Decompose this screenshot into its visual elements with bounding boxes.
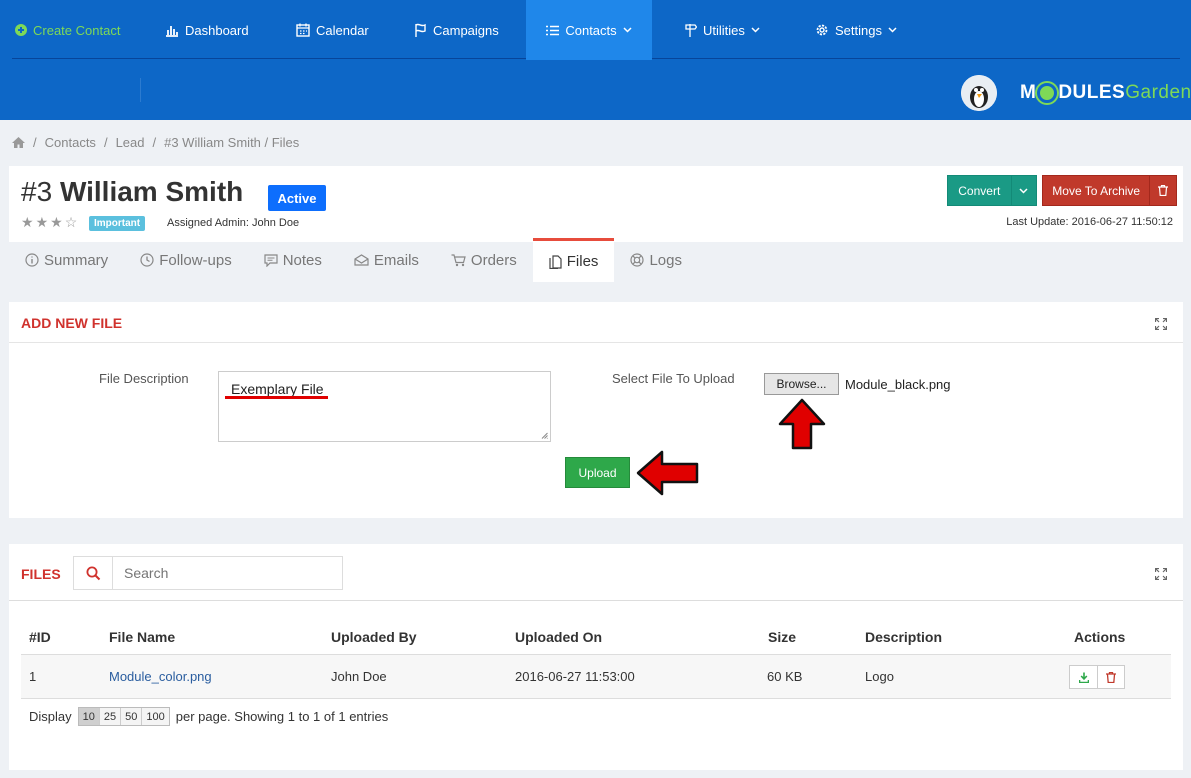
star-filled-icon[interactable]: ★ — [36, 214, 49, 231]
annotation-arrow-up — [778, 398, 826, 450]
search-icon[interactable] — [74, 557, 113, 589]
annotation-underline — [225, 396, 328, 399]
assigned-admin: Assigned Admin: John Doe — [167, 217, 300, 229]
tab-logs[interactable]: Logs — [614, 238, 698, 282]
tab-summary[interactable]: Summary — [9, 238, 124, 282]
clock-icon — [140, 253, 154, 267]
expand-icon[interactable] — [1155, 568, 1167, 580]
star-filled-icon[interactable]: ★ — [50, 214, 63, 231]
tab-emails[interactable]: Emails — [338, 238, 435, 282]
chevron-down-icon[interactable] — [1010, 176, 1036, 205]
page-size-option[interactable]: 10 — [78, 708, 99, 725]
add-file-panel: ADD NEW FILE File Description Exemplary … — [9, 302, 1183, 518]
chevron-down-icon — [751, 27, 760, 33]
trash-icon[interactable] — [1097, 666, 1124, 688]
last-update: Last Update: 2016-06-27 11:50:12 — [1006, 216, 1173, 228]
status-badge: Active — [268, 185, 326, 211]
cell-uploaded-on: 2016-06-27 11:53:00 — [515, 669, 635, 684]
page-size-option[interactable]: 50 — [120, 708, 142, 725]
browse-button[interactable]: Browse... — [764, 373, 839, 395]
file-link[interactable]: Module_color.png — [109, 669, 212, 684]
avatar[interactable] — [961, 75, 997, 111]
breadcrumb-current: #3 William Smith / Files — [164, 135, 300, 150]
plus-circle-icon — [15, 24, 27, 36]
column-header: Actions — [1074, 629, 1126, 645]
convert-button[interactable]: Convert — [947, 175, 1037, 206]
bar-chart-icon — [165, 24, 179, 37]
contact-tabs: Summary Follow-ups Notes Emails Orders F… — [9, 238, 698, 282]
modulesgarden-logo: M DULES Garden — [1020, 82, 1191, 103]
file-description-label: File Description — [99, 371, 189, 386]
list-icon — [546, 25, 560, 36]
tab-follow-ups[interactable]: Follow-ups — [124, 238, 248, 282]
file-description-field[interactable]: Exemplary File — [218, 371, 551, 442]
support-icon — [630, 253, 645, 267]
nav-settings[interactable]: Settings — [815, 0, 897, 60]
search-box — [73, 556, 343, 590]
table-footer: Display 10 25 50 100 per page. Showing 1… — [29, 707, 389, 726]
signpost-icon — [684, 23, 697, 37]
tab-notes[interactable]: Notes — [248, 238, 338, 282]
comment-icon — [264, 253, 278, 267]
column-header[interactable]: Size — [768, 629, 796, 645]
select-file-label: Select File To Upload — [612, 371, 735, 386]
nav-contacts[interactable]: Contacts — [526, 0, 652, 60]
column-header[interactable]: Description — [865, 629, 942, 645]
cart-icon — [451, 253, 466, 267]
breadcrumb-lead[interactable]: Lead — [116, 135, 145, 150]
flag-icon — [414, 23, 427, 37]
cell-id: 1 — [29, 669, 37, 684]
entries-summary: per page. Showing 1 to 1 of 1 entries — [175, 709, 389, 724]
chosen-file-name: Module_black.png — [845, 377, 951, 392]
envelope-icon — [354, 254, 369, 266]
breadcrumb: / Contacts / Lead / #3 William Smith / F… — [12, 135, 299, 150]
files-icon — [549, 254, 562, 269]
home-icon[interactable] — [12, 137, 25, 148]
files-panel: FILES #ID File Name Uploaded By Uploaded… — [9, 544, 1183, 770]
column-header[interactable]: #ID — [29, 629, 51, 645]
contact-id: #3 — [21, 176, 53, 207]
star-filled-icon[interactable]: ★ — [21, 214, 34, 231]
nav-calendar[interactable]: Calendar — [296, 0, 369, 60]
download-icon[interactable] — [1070, 666, 1097, 688]
page-size-option[interactable]: 100 — [141, 708, 169, 725]
priority-badge: Important — [89, 216, 146, 231]
create-contact-link[interactable]: Create Contact — [15, 0, 120, 60]
files-title: FILES — [21, 566, 61, 582]
column-header[interactable]: Uploaded By — [331, 629, 417, 645]
gear-icon — [815, 23, 829, 37]
nav-campaigns[interactable]: Campaigns — [414, 0, 499, 60]
chevron-down-icon — [623, 27, 632, 33]
nav-utilities[interactable]: Utilities — [684, 0, 760, 60]
calendar-icon — [296, 23, 310, 37]
upload-button[interactable]: Upload — [565, 457, 630, 488]
trash-icon[interactable] — [1149, 176, 1176, 205]
row-actions — [1069, 665, 1125, 689]
resize-handle-icon[interactable] — [541, 432, 548, 439]
contact-header: #3 William Smith Active ★ ★ ★ ☆ Importan… — [9, 166, 1183, 242]
column-header[interactable]: File Name — [109, 629, 175, 645]
breadcrumb-contacts[interactable]: Contacts — [45, 135, 96, 150]
search-input[interactable] — [113, 557, 342, 589]
page-size-selector: 10 25 50 100 — [77, 707, 170, 726]
top-bar: CRM Create Contact Dashboard Calendar Ca… — [0, 0, 1191, 120]
cell-uploaded-by: John Doe — [331, 669, 387, 684]
annotation-arrow-left — [636, 450, 699, 496]
info-icon — [25, 253, 39, 267]
column-header[interactable]: Uploaded On — [515, 629, 602, 645]
star-empty-icon[interactable]: ☆ — [65, 214, 78, 231]
page-size-option[interactable]: 25 — [98, 708, 121, 725]
tab-orders[interactable]: Orders — [435, 238, 533, 282]
cell-description: Logo — [865, 669, 894, 684]
add-file-title: ADD NEW FILE — [21, 315, 123, 331]
cell-size: 60 KB — [767, 669, 803, 684]
contact-name: William Smith — [59, 176, 244, 207]
nav-dashboard[interactable]: Dashboard — [165, 0, 249, 60]
move-to-archive-button[interactable]: Move To Archive — [1042, 175, 1177, 206]
contact-title: #3 William Smith — [21, 176, 243, 208]
expand-icon[interactable] — [1155, 318, 1167, 330]
rating-stars[interactable]: ★ ★ ★ ☆ — [21, 214, 77, 231]
chevron-down-icon — [888, 27, 897, 33]
tab-files[interactable]: Files — [532, 238, 615, 282]
